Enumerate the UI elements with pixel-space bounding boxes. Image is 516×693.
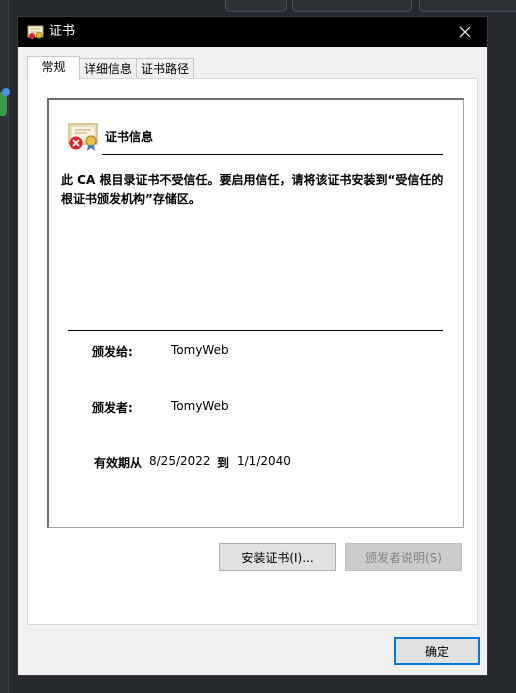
section-divider (68, 330, 443, 331)
tab-details[interactable]: 详细信息 (79, 58, 137, 80)
issued-to-value: TomyWeb (171, 343, 229, 357)
window-title: 证书 (49, 24, 76, 39)
title-bar: 证书 (18, 17, 487, 47)
background-notification-dot (2, 88, 10, 96)
valid-from-label: 有效期从 (94, 456, 143, 470)
install-certificate-button[interactable]: 安装证书(I)... (219, 543, 336, 571)
background-toolbar-button (225, 0, 287, 12)
background-toolbar-button (419, 0, 516, 12)
valid-to-label: 到 (217, 456, 230, 470)
valid-to-value: 1/1/2040 (237, 454, 291, 468)
heading-divider (102, 154, 443, 155)
trust-warning-text: 此 CA 根目录证书不受信任。要启用信任，请将该证书安装到“受信任的根证书颁发机… (61, 173, 444, 206)
certificate-dialog: 证书 常规 详细信息 证书路径 证书信息 此 CA 根目录证书不受信任。要启用信… (17, 16, 488, 676)
issued-by-label: 颁发者: (92, 401, 133, 415)
general-tab-panel: 证书信息 此 CA 根目录证书不受信任。要启用信任，请将该证书安装到“受信任的根… (27, 78, 478, 625)
tab-label: 详细信息 (83, 62, 132, 76)
issuer-statement-button[interactable]: 颁发者说明(S) (345, 543, 462, 571)
close-button[interactable] (443, 17, 487, 47)
certificate-icon (27, 25, 44, 39)
certificate-error-icon (68, 123, 98, 151)
tab-label: 证书路径 (140, 62, 189, 76)
tab-general[interactable]: 常规 (27, 56, 80, 80)
issued-to-label: 颁发给: (92, 345, 133, 359)
certificate-info-box: 证书信息 此 CA 根目录证书不受信任。要启用信任，请将该证书安装到“受信任的根… (47, 98, 464, 528)
ok-button[interactable]: 确定 (394, 637, 480, 665)
background-toolbar-button (292, 0, 412, 12)
valid-from-value: 8/25/2022 (149, 454, 211, 468)
issued-by-value: TomyWeb (171, 399, 229, 413)
tab-label: 常规 (41, 60, 66, 74)
close-icon (459, 26, 471, 38)
certificate-heading: 证书信息 (105, 130, 154, 144)
tab-certification-path[interactable]: 证书路径 (136, 58, 194, 80)
